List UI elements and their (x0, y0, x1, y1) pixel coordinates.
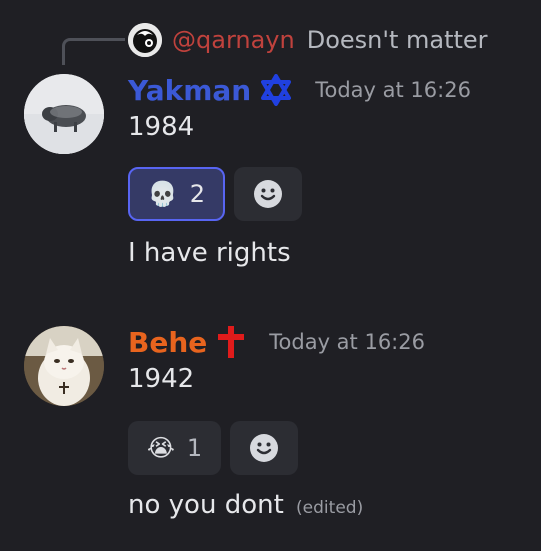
message-header-behe: Behe Today at 16:26 (128, 324, 425, 360)
edited-label[interactable]: (edited) (296, 498, 363, 518)
reply-avatar[interactable] (128, 23, 162, 57)
reaction-count: 2 (189, 180, 206, 208)
timestamp-behe[interactable]: Today at 16:26 (269, 330, 425, 354)
message-text: 1984 (128, 112, 195, 142)
add-reaction-button[interactable] (230, 421, 298, 475)
reply-preview[interactable]: @qarnayn Doesn't matter (128, 22, 488, 58)
avatar-yakman[interactable] (24, 74, 104, 154)
reply-author[interactable]: @qarnayn (172, 26, 295, 54)
smiley-icon (254, 180, 282, 208)
avatar-behe-image (24, 326, 104, 406)
avatar-behe[interactable] (24, 326, 104, 406)
message-text-edited: no you dont (edited) (128, 490, 363, 520)
smiley-icon (250, 434, 278, 462)
reply-connector (62, 38, 125, 65)
message-header-yakman: Yakman Today at 16:26 (128, 72, 471, 108)
cross-icon[interactable] (217, 325, 245, 359)
reaction-skull[interactable]: 💀 2 (128, 167, 225, 221)
reply-avatar-image (128, 23, 162, 57)
message-text: 1942 (128, 364, 195, 394)
username-yakman[interactable]: Yakman (128, 74, 251, 107)
loudly-crying-icon: 😭 (146, 434, 175, 462)
reply-text[interactable]: Doesn't matter (307, 26, 488, 54)
add-reaction-button[interactable] (234, 167, 302, 221)
star-of-david-icon[interactable] (261, 74, 292, 106)
skull-icon: 💀 (147, 180, 178, 208)
message-text: I have rights (128, 238, 291, 268)
username-behe[interactable]: Behe (128, 326, 207, 359)
timestamp-yakman[interactable]: Today at 16:26 (315, 78, 471, 102)
reaction-count: 1 (186, 434, 203, 462)
reaction-loudly-crying[interactable]: 😭 1 (128, 421, 221, 475)
chat-area: @qarnayn Doesn't matter Yakman Today at … (0, 0, 541, 551)
message-text: no you dont (128, 490, 284, 520)
avatar-yakman-image (24, 74, 104, 154)
